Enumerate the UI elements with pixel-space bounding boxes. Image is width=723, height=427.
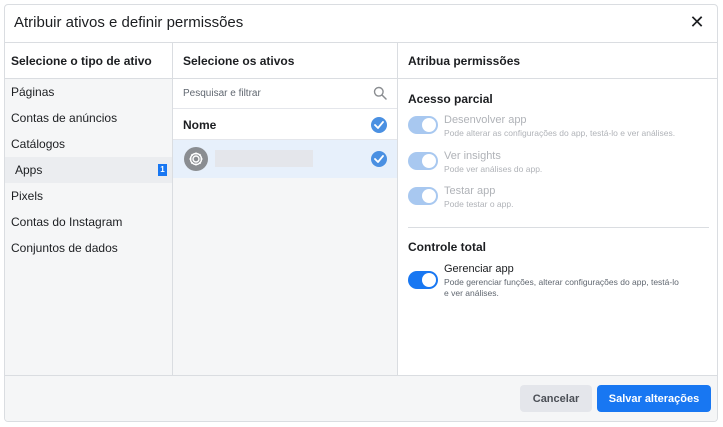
asset-type-pages[interactable]: Páginas — [5, 79, 172, 105]
section-divider — [408, 227, 709, 228]
asset-type-catalogs[interactable]: Catálogos — [5, 131, 172, 157]
app-gear-icon — [184, 147, 208, 171]
dialog-footer: Cancelar Salvar alterações — [5, 375, 717, 421]
permission-label: Desenvolver app — [444, 114, 527, 126]
asset-name-redacted — [215, 150, 313, 167]
cancel-button[interactable]: Cancelar — [520, 385, 592, 412]
asset-type-list: Páginas Contas de anúncios Catálogos App… — [5, 79, 172, 261]
manage-app-toggle[interactable] — [408, 271, 438, 289]
assets-column: Selecione os ativos Nome — [173, 43, 398, 375]
permission-test-app: Testar app Pode testar o app. — [408, 185, 709, 219]
permission-description: Pode testar o app. — [444, 199, 514, 209]
count-badge: 1 — [158, 164, 167, 176]
permission-label: Gerenciar app — [444, 263, 514, 275]
partial-access-title: Acesso parcial — [408, 92, 493, 106]
select-all-row[interactable]: Nome — [173, 109, 397, 140]
search-input[interactable] — [183, 88, 353, 99]
permission-develop-app: Desenvolver app Pode alterar as configur… — [408, 114, 709, 148]
search-icon[interactable] — [373, 86, 387, 100]
asset-type-instagram[interactable]: Contas do Instagram — [5, 209, 172, 235]
asset-check-icon[interactable] — [371, 151, 387, 167]
asset-type-pixels[interactable]: Pixels — [5, 183, 172, 209]
assign-assets-dialog: Atribuir ativos e definir permissões ✕ S… — [4, 4, 718, 422]
assets-header: Selecione os ativos — [173, 43, 397, 79]
save-changes-button[interactable]: Salvar alterações — [597, 385, 711, 412]
name-column-label: Nome — [183, 118, 217, 132]
view-insights-toggle[interactable] — [408, 152, 438, 170]
full-control-title: Controle total — [408, 240, 486, 254]
permissions-column: Atribua permissões Acesso parcial Desenv… — [398, 43, 717, 375]
permission-description: Pode ver análises do app. — [444, 164, 543, 174]
permission-view-insights: Ver insights Pode ver análises do app. — [408, 150, 709, 184]
permission-manage-app: Gerenciar app Pode gerenciar funções, al… — [408, 263, 709, 303]
dialog-header: Atribuir ativos e definir permissões ✕ — [5, 5, 717, 43]
permission-label: Testar app — [444, 185, 496, 197]
asset-type-column: Selecione o tipo de ativo Páginas Contas… — [5, 43, 173, 375]
select-all-check-icon[interactable] — [371, 117, 387, 133]
permission-description: Pode gerenciar funções, alterar configur… — [444, 277, 679, 298]
search-bar — [173, 79, 397, 109]
develop-app-toggle[interactable] — [408, 116, 438, 134]
permission-description: Pode alterar as configurações do app, te… — [444, 128, 676, 138]
permission-label: Ver insights — [444, 150, 501, 162]
asset-type-apps[interactable]: Apps 1 — [5, 157, 172, 183]
test-app-toggle[interactable] — [408, 187, 438, 205]
asset-type-datasets[interactable]: Conjuntos de dados — [5, 235, 172, 261]
asset-row[interactable] — [173, 140, 397, 178]
asset-type-header: Selecione o tipo de ativo — [5, 43, 172, 79]
asset-type-ad-accounts[interactable]: Contas de anúncios — [5, 105, 172, 131]
dialog-title: Atribuir ativos e definir permissões — [14, 14, 244, 31]
permissions-header: Atribua permissões — [398, 43, 717, 79]
close-icon[interactable]: ✕ — [689, 13, 705, 31]
